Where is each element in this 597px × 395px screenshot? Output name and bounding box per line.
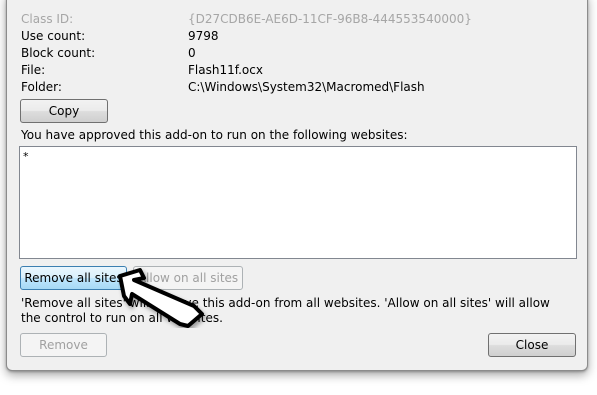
use-count-label: Use count:	[21, 29, 86, 43]
block-count-label: Block count:	[21, 46, 96, 60]
folder-label: Folder:	[21, 80, 62, 94]
close-button[interactable]: Close	[488, 333, 576, 357]
class-id-value: {D27CDB6E-AE6D-11CF-96B8-444553540000}	[188, 12, 472, 26]
use-count-value: 9798	[188, 29, 219, 43]
remove-all-sites-button[interactable]: Remove all sites	[20, 266, 127, 290]
folder-value: C:\Windows\System32\Macromed\Flash	[188, 80, 425, 94]
block-count-value: 0	[188, 46, 196, 60]
approved-sites-label: You have approved this add-on to run on …	[21, 128, 408, 142]
remove-button[interactable]: Remove	[20, 333, 107, 357]
file-value: Flash11f.ocx	[188, 63, 263, 77]
help-text: 'Remove all sites' will remove this add-…	[21, 296, 550, 325]
approved-sites-list[interactable]: *	[19, 146, 577, 259]
file-label: File:	[21, 63, 46, 77]
list-item[interactable]: *	[23, 150, 29, 163]
hand-pointer-arrow-icon	[118, 268, 204, 328]
copy-button[interactable]: Copy	[20, 99, 108, 123]
class-id-label: Class ID:	[21, 12, 74, 26]
